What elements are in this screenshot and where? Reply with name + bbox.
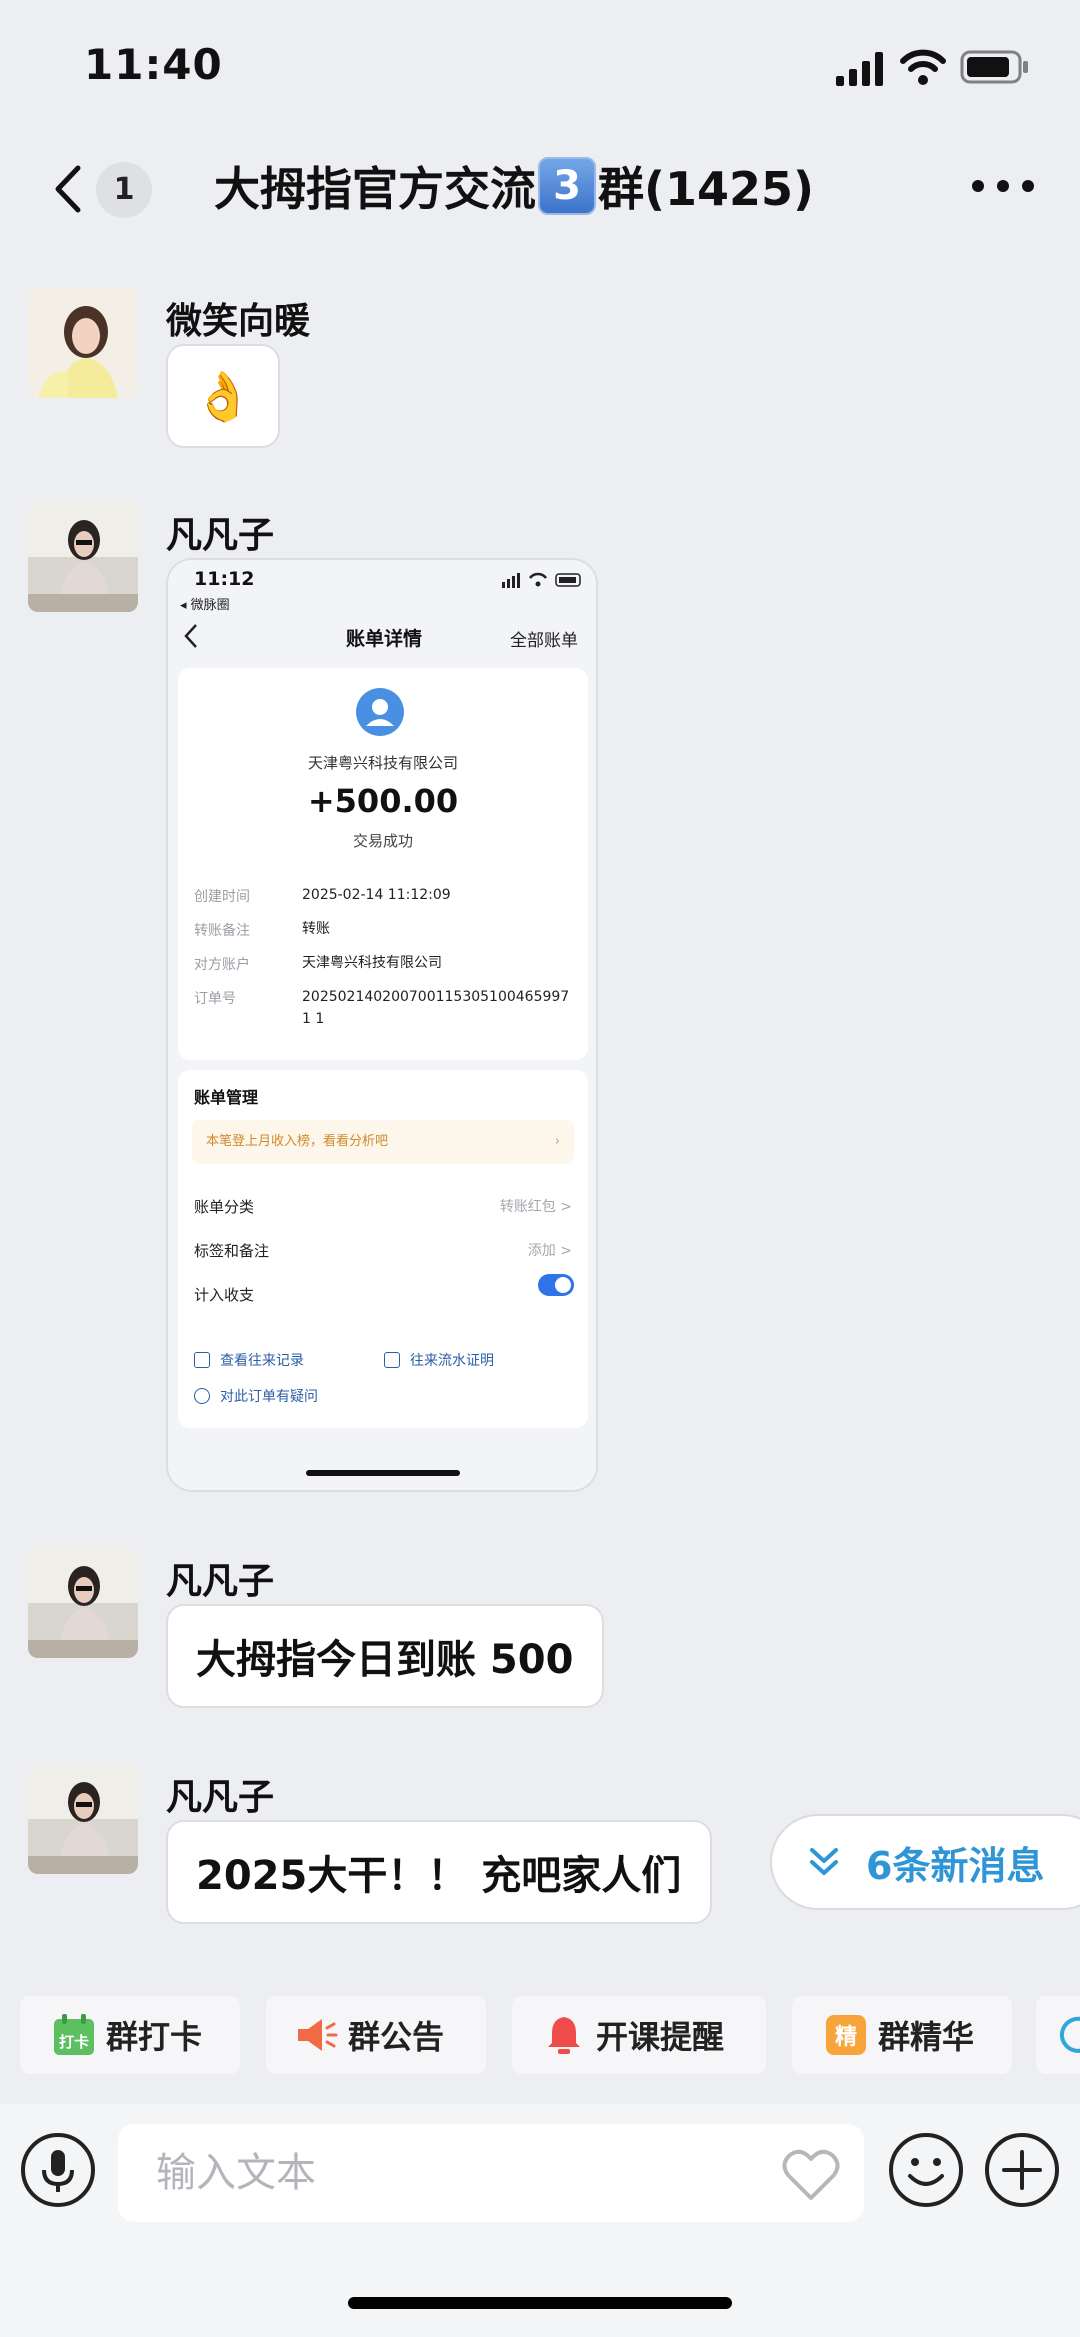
shot-include-toggle (538, 1274, 574, 1296)
shot-document-icon (384, 1352, 400, 1368)
double-chevron-down-icon (810, 1848, 838, 1875)
shot-back-app-label: ◂ 微脉圈 (180, 598, 230, 613)
shot-row-label: 订单号 (194, 991, 236, 1007)
quick-action-label: 开课提醒 (596, 2018, 725, 2056)
shot-row-value: 2025021402007001153051004659971 1 (302, 989, 570, 1027)
avatar-weixiao[interactable] (28, 288, 138, 398)
avatar-fanfanzi[interactable] (28, 1548, 138, 1658)
new-messages-label: 6条新消息 (866, 1843, 1045, 1888)
essence-icon: 精 (826, 2015, 866, 2055)
emoji-message-bubble[interactable]: 👌 (166, 344, 280, 448)
battery-icon (960, 50, 1028, 84)
message-input[interactable] (118, 2124, 864, 2222)
shot-statement-link: 往来流水证明 (384, 1350, 494, 1370)
nav-bar: 1 大拇指官方交流 3 群(1425) (0, 130, 1080, 242)
shot-row-value: 2025-02-14 11:12:09 (302, 887, 451, 903)
shot-transaction-card: 天津粤兴科技有限公司 +500.00 交易成功 创建时间 2025-02-14 … (178, 668, 588, 1060)
quick-action-class-reminder[interactable]: 开课提醒 (512, 1996, 766, 2074)
quick-action-more[interactable] (1036, 1996, 1080, 2074)
shot-row-label: 转账备注 (194, 923, 250, 939)
shot-chevron-right-icon: › (554, 1134, 560, 1149)
shot-management-card: 账单管理 本笔登上月收入榜，看看分析吧 › 账单分类 转账红包 > 标签和备注 … (178, 1070, 588, 1428)
sender-name: 凡凡子 (166, 1777, 275, 1818)
shot-item-label: 标签和备注 (194, 1242, 270, 1260)
shot-item-label: 计入收支 (194, 1286, 255, 1304)
screenshot-image-message[interactable]: 11:12 ◂ 微脉圈 账单详情 全部账单 天津粤兴科技有限公司 +500.00… (166, 558, 598, 1492)
shot-link-label: 查看往来记录 (220, 1353, 304, 1369)
quick-action-checkin[interactable]: 打卡 群打卡 (20, 1996, 240, 2074)
sender-name: 微笑向暖 (166, 301, 311, 342)
back-button[interactable]: 1 (50, 158, 160, 218)
svg-text:精: 精 (835, 2024, 857, 2050)
shot-row-label: 对方账户 (194, 957, 250, 973)
text-message-bubble[interactable]: 2025大干！！ 充吧家人们 (166, 1820, 712, 1924)
chat-title-number: 3 (538, 157, 596, 215)
shot-user-avatar-icon (356, 688, 404, 736)
shot-link-label: 往来流水证明 (410, 1353, 494, 1369)
shot-item-label: 账单分类 (194, 1198, 255, 1216)
message-text: 大拇指今日到账 500 (196, 1637, 574, 1683)
chat-title-text: 大拇指官方交流 (214, 162, 536, 216)
avatar-image (28, 1764, 138, 1874)
shot-row-label: 创建时间 (194, 889, 250, 905)
svg-text:打卡: 打卡 (59, 2033, 89, 2051)
shot-income-tip: 本笔登上月收入榜，看看分析吧 › (192, 1120, 574, 1164)
sender-name: 凡凡子 (166, 1561, 275, 1602)
ok-hand-emoji: 👌 (193, 368, 253, 425)
quick-actions-bar: 打卡 群打卡 群公告 开课提醒 精 群精华 (0, 1996, 1080, 2076)
avatar-fanfanzi[interactable] (28, 1764, 138, 1874)
shot-row-value: 天津粤兴科技有限公司 (302, 955, 442, 971)
refresh-icon (1060, 2016, 1080, 2053)
wifi-icon (900, 49, 946, 85)
shot-item-value: 转账红包 > (499, 1199, 572, 1215)
shot-link-label: 对此订单有疑问 (220, 1389, 318, 1405)
signal-icon (836, 52, 883, 86)
status-bar: 11:40 (0, 0, 1080, 130)
shot-row-value: 转账 (302, 921, 330, 937)
shot-record-icon (194, 1352, 210, 1368)
chevron-left-icon (55, 165, 81, 213)
quick-action-announcement[interactable]: 群公告 (266, 1996, 486, 2074)
shot-company-name: 天津粤兴科技有限公司 (307, 754, 458, 772)
bell-icon (548, 2017, 580, 2054)
quick-action-label: 群公告 (348, 2018, 445, 2056)
microphone-button[interactable] (20, 2132, 96, 2208)
text-message-bubble[interactable]: 大拇指今日到账 500 (166, 1604, 604, 1708)
sender-name: 凡凡子 (166, 515, 275, 556)
shot-home-indicator (306, 1470, 460, 1476)
home-indicator (348, 2297, 732, 2309)
shot-amount: +500.00 (307, 782, 459, 820)
avatar-image (28, 288, 138, 398)
shot-question-link: 对此订单有疑问 (194, 1386, 318, 1406)
chat-title: 大拇指官方交流 3 群(1425) (214, 150, 814, 222)
emoji-button[interactable] (888, 2132, 964, 2208)
quick-action-essence[interactable]: 精 群精华 (792, 1996, 1012, 2074)
unread-count-badge: 1 (96, 162, 152, 218)
avatar-fanfanzi[interactable] (28, 502, 138, 612)
shot-question-icon (194, 1388, 210, 1404)
quick-action-label: 群精华 (878, 2018, 975, 2056)
quick-action-label: 群打卡 (106, 2018, 203, 2056)
more-options-button[interactable] (968, 166, 1038, 206)
new-messages-button[interactable]: 6条新消息 (770, 1814, 1080, 1910)
avatar-image (28, 502, 138, 612)
status-time: 11:40 (84, 40, 223, 89)
shot-transaction-status: 交易成功 (352, 832, 413, 850)
avatar-image (28, 1548, 138, 1658)
checkin-icon: 打卡 (54, 2014, 94, 2055)
shot-status-time: 11:12 (194, 568, 255, 590)
shot-all-bills-link: 全部账单 (510, 631, 578, 651)
shot-management-title: 账单管理 (194, 1088, 259, 1107)
shot-history-link: 查看往来记录 (194, 1350, 304, 1370)
shot-status-icons (502, 572, 581, 588)
chat-title-count: 群(1425) (598, 162, 815, 216)
shot-item-value: 添加 > (527, 1243, 572, 1259)
megaphone-icon (298, 2019, 338, 2051)
shot-income-tip-text: 本笔登上月收入榜，看看分析吧 (206, 1134, 389, 1149)
message-text: 2025大干！！ 充吧家人们 (196, 1853, 682, 1899)
heart-icon[interactable] (782, 2148, 840, 2202)
add-button[interactable] (984, 2132, 1060, 2208)
